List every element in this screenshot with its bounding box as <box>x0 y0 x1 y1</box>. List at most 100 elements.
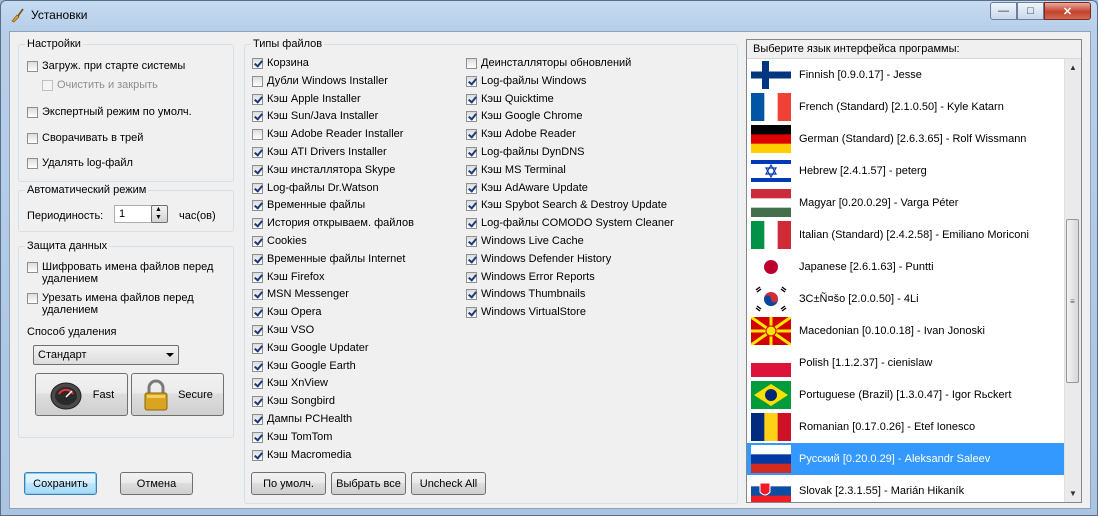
file-type-checkbox[interactable]: Дампы PCHealth <box>252 413 352 426</box>
file-type-checkbox[interactable]: Кэш Google Updater <box>252 342 369 355</box>
period-spinner[interactable]: ▲ ▼ <box>151 205 168 223</box>
checkbox-box[interactable] <box>252 431 263 443</box>
checkbox-box[interactable] <box>466 182 477 194</box>
file-type-checkbox[interactable]: Корзина <box>252 57 309 70</box>
language-item[interactable]: ЗС±Ñ¤šo [2.0.0.50] - 4Li <box>747 283 1065 315</box>
file-type-checkbox[interactable]: Log-файлы Dr.Watson <box>252 182 379 195</box>
period-input[interactable]: 1 <box>114 205 154 223</box>
scrollbar-thumb[interactable]: ≡ <box>1066 219 1079 383</box>
checkbox-box[interactable] <box>466 218 477 230</box>
language-item[interactable]: Italian (Standard) [2.4.2.58] - Emiliano… <box>747 219 1065 251</box>
checkbox-box[interactable] <box>252 58 263 69</box>
file-type-checkbox[interactable]: Кэш Google Chrome <box>466 110 583 123</box>
file-type-checkbox[interactable]: Кэш Macromedia <box>252 449 351 462</box>
checkbox-box[interactable] <box>252 414 263 425</box>
file-type-checkbox[interactable]: Windows Error Reports <box>466 271 595 284</box>
language-item[interactable]: Romanian [0.17.0.26] - Etef Ionesco <box>747 411 1065 443</box>
checkbox-box[interactable] <box>466 129 477 141</box>
delete-log-checkbox[interactable]: Удалять log-файл <box>27 157 133 170</box>
checkbox-box[interactable] <box>252 111 263 123</box>
load-startup-checkbox[interactable]: Загруж. при старте системы <box>27 60 185 73</box>
file-type-checkbox[interactable]: Кэш Google Earth <box>252 360 356 373</box>
file-type-checkbox[interactable]: Кэш VSO <box>252 324 314 337</box>
checkbox-box[interactable] <box>252 182 263 194</box>
checkbox-box[interactable] <box>466 147 477 158</box>
maximize-button[interactable]: □ <box>1017 2 1044 20</box>
checkbox-box[interactable] <box>466 200 477 212</box>
minimize-tray-checkbox[interactable]: Сворачивать в трей <box>27 132 143 145</box>
checkbox-box[interactable] <box>466 253 477 265</box>
checkbox-box[interactable] <box>252 360 263 372</box>
checkbox-box[interactable] <box>252 147 263 158</box>
file-type-checkbox[interactable]: Windows Live Cache <box>466 235 584 248</box>
file-type-checkbox[interactable]: Windows VirtualStore <box>466 306 586 319</box>
file-type-checkbox[interactable]: Кэш Adobe Reader <box>466 128 576 141</box>
default-selection-button[interactable]: По умолч. <box>251 472 326 495</box>
file-type-checkbox[interactable]: Cookies <box>252 235 307 248</box>
language-item[interactable]: Finnish [0.9.0.17] - Jesse <box>747 59 1065 91</box>
file-type-checkbox[interactable]: Кэш MS Terminal <box>466 164 566 177</box>
file-type-checkbox[interactable]: Кэш Firefox <box>252 271 325 284</box>
file-type-checkbox[interactable]: Дубли Windows Installer <box>252 75 388 88</box>
secure-mode-button[interactable]: Secure <box>131 373 224 416</box>
file-type-checkbox[interactable]: MSN Messenger <box>252 288 349 301</box>
checkbox-box[interactable] <box>466 75 477 87</box>
checkbox-box[interactable] <box>252 164 263 176</box>
file-type-checkbox[interactable]: Log-файлы COMODO System Cleaner <box>466 217 674 230</box>
file-type-checkbox[interactable]: Кэш Quicktime <box>466 93 554 106</box>
checkbox-box[interactable] <box>27 61 38 72</box>
scroll-down-icon[interactable]: ▼ <box>1065 485 1081 502</box>
cancel-button[interactable]: Отмена <box>120 472 193 495</box>
file-type-checkbox[interactable]: Временные файлы <box>252 199 365 212</box>
file-type-checkbox[interactable]: Деинсталляторы обновлений <box>466 57 631 70</box>
file-type-checkbox[interactable]: Кэш Opera <box>252 306 321 319</box>
checkbox-box[interactable] <box>27 133 38 144</box>
file-type-checkbox[interactable]: Кэш XnView <box>252 377 328 390</box>
file-type-checkbox[interactable]: Кэш ATI Drivers Installer <box>252 146 387 159</box>
checkbox-box[interactable] <box>466 307 477 319</box>
checkbox-box[interactable] <box>42 80 53 91</box>
checkbox-box[interactable] <box>252 93 263 105</box>
checkbox-box[interactable] <box>27 107 38 118</box>
checkbox-box[interactable] <box>252 75 263 87</box>
file-type-checkbox[interactable]: Кэш Spybot Search & Destroy Update <box>466 199 667 212</box>
checkbox-box[interactable] <box>252 129 263 141</box>
file-type-checkbox[interactable]: Кэш AdAware Update <box>466 182 588 195</box>
checkbox-box[interactable] <box>252 378 263 390</box>
minimize-button[interactable]: — <box>990 2 1017 20</box>
title-bar[interactable]: Установки — □ ✕ <box>1 1 1097 29</box>
language-item[interactable]: Macedonian [0.10.0.18] - Ivan Jonoski <box>747 315 1065 347</box>
checkbox-box[interactable] <box>252 307 263 319</box>
file-type-checkbox[interactable]: Кэш TomTom <box>252 431 332 444</box>
checkbox-box[interactable] <box>466 236 477 247</box>
file-type-checkbox[interactable]: Log-файлы DynDNS <box>466 146 585 159</box>
language-item[interactable]: Hebrew [2.4.1.57] - peterg <box>747 155 1065 187</box>
checkbox-box[interactable] <box>252 289 263 301</box>
checkbox-box[interactable] <box>252 449 263 461</box>
checkbox-box[interactable] <box>466 164 477 176</box>
encrypt-names-checkbox[interactable]: Шифровать имена файлов перед удалением <box>27 261 222 285</box>
language-item[interactable]: Portuguese (Brazil) [1.3.0.47] - Igor Rь… <box>747 379 1065 411</box>
checkbox-box[interactable] <box>466 289 477 301</box>
file-type-checkbox[interactable]: Windows Defender History <box>466 253 611 266</box>
fast-mode-button[interactable]: Fast <box>35 373 128 416</box>
clean-close-checkbox[interactable]: Очистить и закрыть <box>42 79 158 92</box>
language-item[interactable]: Polish [1.1.2.37] - cienislaw <box>747 347 1065 379</box>
language-list[interactable]: Finnish [0.9.0.17] - Jesse French (Standa… <box>747 59 1065 502</box>
file-type-checkbox[interactable]: Кэш Adobe Reader Installer <box>252 128 403 141</box>
delete-method-select[interactable]: Стандарт <box>33 345 179 365</box>
file-type-checkbox[interactable]: Кэш инсталлятора Skype <box>252 164 395 177</box>
checkbox-box[interactable] <box>252 218 263 230</box>
language-item[interactable]: Русский [0.20.0.29] - Aleksandr Saleev <box>747 443 1065 475</box>
checkbox-box[interactable] <box>252 396 263 408</box>
checkbox-box[interactable] <box>252 236 263 247</box>
language-item[interactable]: Magyar [0.20.0.29] - Varga Péter <box>747 187 1065 219</box>
file-type-checkbox[interactable]: Временные файлы Internet <box>252 253 405 266</box>
checkbox-box[interactable] <box>252 325 263 336</box>
checkbox-box[interactable] <box>466 93 477 105</box>
checkbox-box[interactable] <box>252 253 263 265</box>
checkbox-box[interactable] <box>252 200 263 212</box>
file-type-checkbox[interactable]: Кэш Sun/Java Installer <box>252 110 378 123</box>
save-button[interactable]: Сохранить <box>24 472 97 495</box>
checkbox-box[interactable] <box>27 158 38 169</box>
